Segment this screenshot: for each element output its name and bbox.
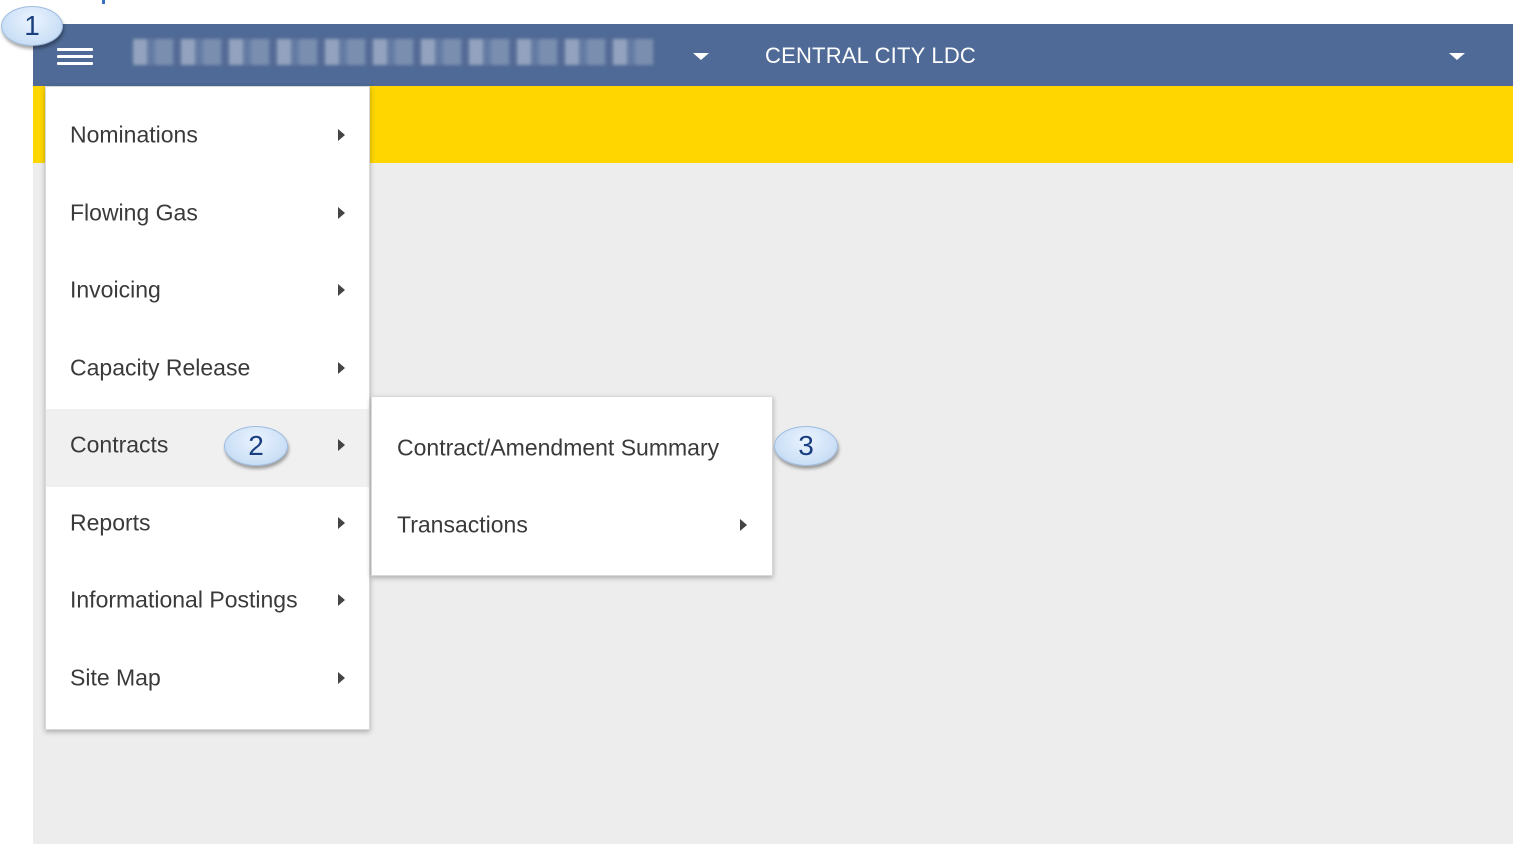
caret-down-icon[interactable] [1449, 53, 1465, 60]
organization-name[interactable]: CENTRAL CITY LDC [765, 43, 976, 69]
chevron-right-icon [338, 594, 345, 606]
menu-item-invoicing[interactable]: Invoicing [46, 254, 369, 332]
chevron-right-icon [338, 672, 345, 684]
menu-item-contracts[interactable]: Contracts [46, 409, 369, 487]
step-callout-2: 2 [224, 426, 288, 466]
menu-item-nominations[interactable]: Nominations [46, 99, 369, 177]
submenu-item-transactions[interactable]: Transactions [372, 486, 772, 564]
menu-item-reports[interactable]: Reports [46, 487, 369, 565]
hamburger-menu-icon[interactable] [57, 46, 93, 70]
menu-item-site-map[interactable]: Site Map [46, 642, 369, 720]
chevron-right-icon [338, 517, 345, 529]
chevron-right-icon [338, 439, 345, 451]
submenu-item-label: Contract/Amendment Summary [397, 434, 720, 461]
top-edge-mark [102, 0, 105, 4]
chevron-right-icon [338, 207, 345, 219]
menu-item-flowing-gas[interactable]: Flowing Gas [46, 177, 369, 255]
menu-item-capacity-release[interactable]: Capacity Release [46, 332, 369, 410]
app-header: CENTRAL CITY LDC [33, 24, 1513, 86]
menu-item-label: Informational Postings [70, 586, 298, 613]
menu-item-label: Reports [70, 509, 151, 536]
caret-down-icon[interactable] [693, 53, 709, 60]
chevron-right-icon [338, 284, 345, 296]
step-callout-1: 1 [1, 6, 63, 46]
menu-item-label: Contracts [70, 431, 169, 458]
chevron-right-icon [338, 362, 345, 374]
menu-item-label: Capacity Release [70, 354, 251, 381]
chevron-right-icon [740, 519, 747, 531]
menu-item-label: Site Map [70, 664, 161, 691]
contracts-submenu: Contract/Amendment Summary Transactions [371, 396, 773, 576]
submenu-item-label: Transactions [397, 511, 528, 538]
submenu-item-contract-amendment-summary[interactable]: Contract/Amendment Summary [372, 409, 772, 487]
chevron-right-icon [338, 129, 345, 141]
menu-item-label: Nominations [70, 121, 198, 148]
top-strip [0, 0, 1513, 24]
menu-item-label: Flowing Gas [70, 199, 198, 226]
blurred-company-selector[interactable] [133, 39, 655, 65]
step-callout-3: 3 [774, 426, 838, 466]
menu-item-informational-postings[interactable]: Informational Postings [46, 564, 369, 642]
menu-item-label: Invoicing [70, 276, 161, 303]
navigation-menu: Nominations Flowing Gas Invoicing Capaci… [45, 86, 370, 730]
